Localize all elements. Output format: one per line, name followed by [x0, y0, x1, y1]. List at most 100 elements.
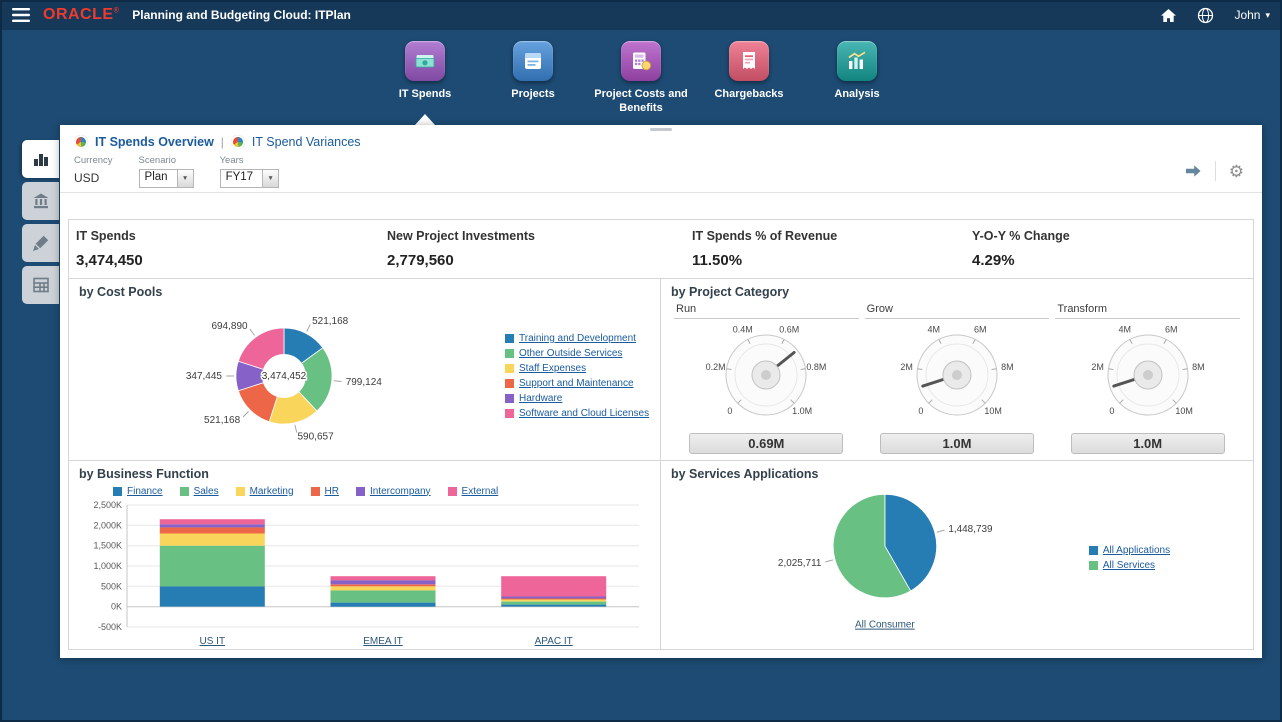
legend-label: Intercompany	[370, 486, 431, 497]
bar-segment-marketing[interactable]	[501, 600, 606, 602]
y-tick-label: 0K	[111, 602, 122, 612]
legend-swatch	[113, 487, 122, 496]
top-bar: ORACLE® Planning and Budgeting Cloud: IT…	[0, 0, 1282, 30]
bar-segment-finance[interactable]	[331, 603, 436, 607]
category-link[interactable]: US IT	[200, 636, 226, 647]
gauge-grow: Grow 02M4M6M8M10M 1.0M	[862, 300, 1053, 454]
cluster-nav: IT Spends Projects Project Costs and Ben…	[0, 30, 1282, 125]
bar-segment-external[interactable]	[501, 576, 606, 596]
bar-segment-external[interactable]	[331, 576, 436, 580]
pie-footer-link[interactable]: All Consumer	[855, 620, 915, 631]
kpi-value: 4.29%	[972, 252, 1253, 269]
legend-item[interactable]: Staff Expenses	[505, 363, 650, 374]
bar-segment-marketing[interactable]	[331, 586, 436, 590]
legend-item[interactable]: Training and Development	[505, 333, 650, 344]
bar-segment-sales[interactable]	[160, 546, 265, 587]
bar-segment-hr[interactable]	[501, 599, 606, 600]
legend-item[interactable]: HR	[311, 484, 339, 498]
pie-slice-value-label: 2,025,711	[778, 558, 822, 569]
legend-item[interactable]: Other Outside Services	[505, 348, 650, 359]
user-name: John	[1234, 8, 1260, 22]
legend-item[interactable]: Intercompany	[356, 484, 431, 498]
nav-item-it-spends[interactable]: IT Spends	[375, 30, 475, 125]
legend-item[interactable]: Finance	[113, 484, 163, 498]
collapse-handle[interactable]	[650, 128, 672, 131]
gauge-tick-label: 0	[728, 406, 733, 416]
pov-actions: ⚙	[1184, 155, 1248, 187]
tab-it-spends-overview[interactable]: IT Spends Overview	[95, 135, 214, 149]
nav-item-projects[interactable]: Projects	[483, 30, 583, 125]
kpi-value: 3,474,450	[76, 252, 380, 269]
category-link[interactable]: APAC IT	[535, 636, 573, 647]
nav-item-analysis[interactable]: Analysis	[807, 30, 907, 125]
category-link[interactable]: EMEA IT	[363, 636, 402, 647]
legend-swatch	[448, 487, 457, 496]
bar-segment-intercompany[interactable]	[160, 524, 265, 527]
pov-years: Years FY17 ▼	[220, 155, 280, 188]
legend-swatch	[180, 487, 189, 496]
pie-label-line	[295, 425, 297, 433]
panel-services-applications: by Services Applications 1,448,7392,025,…	[661, 461, 1253, 649]
legend-item[interactable]: External	[448, 484, 499, 498]
bar-segment-marketing[interactable]	[160, 534, 265, 546]
caret-down-icon: ▾	[1265, 10, 1270, 21]
kpi-row: IT Spends 3,474,450 New Project Investme…	[69, 220, 1253, 279]
menu-icon[interactable]	[12, 8, 30, 22]
sidebar-tab-edit[interactable]	[22, 224, 59, 262]
home-icon[interactable]	[1160, 8, 1177, 23]
gauge-hub-center	[1143, 370, 1153, 380]
bar-segment-intercompany[interactable]	[331, 580, 436, 584]
legend-item[interactable]: Software and Cloud Licenses	[505, 408, 650, 419]
bar-segment-sales[interactable]	[501, 602, 606, 605]
business-function-bar-chart: -500K0K500K1,000K1,500K2,000K2,500KUS IT…	[79, 499, 649, 649]
topbar-actions: John ▾	[1160, 7, 1270, 24]
cost-pools-legend: Training and Development Other Outside Se…	[469, 300, 650, 452]
bar-segment-hr[interactable]	[331, 584, 436, 586]
dropdown-arrow-icon: ▼	[177, 170, 193, 187]
scenario-select[interactable]: Plan ▼	[139, 169, 194, 188]
nav-item-project-costs-and-benefits[interactable]: Project Costs and Benefits	[591, 30, 691, 125]
nav-item-chargebacks[interactable]: Chargebacks	[699, 30, 799, 125]
it-spends-icon	[405, 41, 445, 81]
gauge-tick-label: 0	[918, 406, 923, 416]
y-tick-label: 2,500K	[93, 500, 122, 510]
gauge-transform: Transform 02M4M6M8M10M 1.0M	[1052, 300, 1243, 454]
legend-item[interactable]: Marketing	[236, 484, 294, 498]
legend-label: Finance	[127, 486, 163, 497]
sidebar-tab-financials[interactable]	[22, 182, 59, 220]
pie-label-line	[307, 324, 311, 331]
legend-swatch	[505, 364, 514, 373]
oracle-logo-text: ORACLE	[43, 6, 114, 23]
legend-item[interactable]: Support and Maintenance	[505, 378, 650, 389]
go-arrow-icon[interactable]	[1184, 162, 1202, 180]
gauge-run: Run 00.2M0.4M0.6M0.8M1.0M 0.69M	[671, 300, 862, 454]
bar-segment-finance[interactable]	[160, 586, 265, 606]
nav-label: Chargebacks	[714, 88, 783, 102]
legend-item[interactable]: Sales	[180, 484, 219, 498]
legend-item[interactable]: Hardware	[505, 393, 650, 404]
bar-segment-intercompany[interactable]	[501, 597, 606, 599]
panel-title: by Project Category	[671, 285, 1243, 299]
legend-label: Staff Expenses	[519, 363, 586, 374]
bar-segment-finance[interactable]	[501, 605, 606, 607]
gauge-value: 1.0M	[1071, 433, 1225, 454]
years-select[interactable]: FY17 ▼	[220, 169, 280, 188]
gauge-tick-label: 0.4M	[733, 325, 753, 335]
legend-item[interactable]: All Services	[1089, 560, 1243, 571]
legend-swatch	[505, 394, 514, 403]
pov-currency-value[interactable]: USD	[74, 171, 113, 185]
bar-segment-sales[interactable]	[331, 590, 436, 602]
gauge-hub-center	[952, 370, 962, 380]
sidebar-tab-grid[interactable]	[22, 266, 59, 304]
gear-icon[interactable]: ⚙	[1229, 163, 1244, 180]
bar-segment-external[interactable]	[160, 519, 265, 524]
globe-icon[interactable]	[1197, 7, 1214, 24]
bar-segment-hr[interactable]	[160, 527, 265, 533]
legend-item[interactable]: All Applications	[1089, 545, 1243, 556]
kpi-yoy-pct-change: Y-O-Y % Change 4.29%	[965, 220, 1253, 278]
user-menu[interactable]: John ▾	[1234, 8, 1270, 22]
gauge-tick-label: 6M	[974, 325, 987, 335]
tab-it-spend-variances[interactable]: IT Spend Variances	[252, 135, 361, 149]
dropdown-arrow-icon: ▼	[262, 170, 278, 187]
sidebar-tab-bar-chart[interactable]	[22, 140, 59, 178]
